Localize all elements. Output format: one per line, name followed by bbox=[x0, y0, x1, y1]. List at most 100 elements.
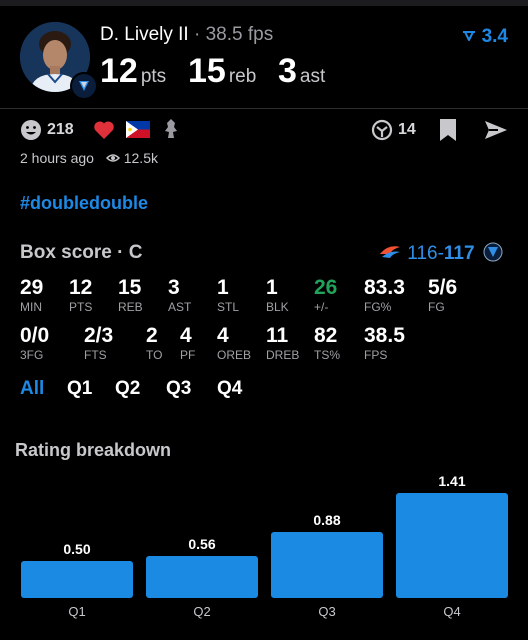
time-ago: 2 hours ago bbox=[20, 150, 94, 166]
bar-q4[interactable] bbox=[396, 493, 508, 598]
stat-value: 26 bbox=[314, 276, 338, 299]
stat-value: 1 bbox=[266, 276, 278, 299]
stat-fps-r2: 38.5 FPS bbox=[364, 324, 405, 362]
share-icon[interactable] bbox=[484, 119, 508, 146]
stat-value: 5/6 bbox=[428, 276, 458, 299]
stat-value: 4 bbox=[180, 324, 192, 347]
stat-label: TS% bbox=[314, 348, 341, 362]
points-value: 12 bbox=[100, 52, 138, 90]
stat-label: FG bbox=[428, 300, 445, 314]
assists-stat: 3 ast bbox=[278, 52, 325, 91]
bar-category-label: Q1 bbox=[68, 604, 86, 619]
post-meta: 2 hours ago 12.5k bbox=[20, 150, 158, 166]
stat-pf-r2: 4 PF bbox=[180, 324, 195, 362]
rebounds-stat: 15 reb bbox=[188, 52, 256, 91]
bar-value-label: 1.41 bbox=[438, 473, 466, 489]
stat-fts-r2: 2/3 FTS bbox=[84, 324, 113, 362]
top-divider bbox=[0, 0, 528, 6]
bar-q2[interactable] bbox=[146, 556, 258, 598]
tab-q1[interactable]: Q1 bbox=[67, 378, 92, 400]
stat-label: PF bbox=[180, 348, 196, 362]
stat-label: OREB bbox=[217, 348, 252, 362]
points-stat: 12 pts bbox=[100, 52, 166, 91]
stat-oreb-r2: 4 OREB bbox=[217, 324, 251, 362]
heart-icon[interactable] bbox=[93, 120, 115, 145]
stat-label: FTS bbox=[84, 348, 107, 362]
player-rating[interactable]: 3.4 bbox=[462, 26, 508, 48]
stat-label: 3FG bbox=[20, 348, 44, 362]
bar-category-label: Q2 bbox=[193, 604, 211, 619]
likes-count: 218 bbox=[47, 121, 74, 138]
stat-value: 2/3 bbox=[84, 324, 114, 347]
stat-reb-r1: 15 REB bbox=[118, 276, 143, 314]
stat-label: +/- bbox=[314, 300, 329, 314]
stat--r1: 26 +/- bbox=[314, 276, 337, 314]
stat-label: FG% bbox=[364, 300, 392, 314]
stat-pts-r1: 12 PTS bbox=[69, 276, 92, 314]
comments-count: 14 bbox=[398, 121, 416, 138]
stat-value: 11 bbox=[266, 324, 289, 347]
philippines-flag-icon[interactable] bbox=[126, 121, 150, 143]
stat-value: 15 bbox=[118, 276, 142, 299]
name-separator: · bbox=[193, 24, 201, 45]
bar-value-label: 0.56 bbox=[188, 536, 216, 552]
hashtag-link[interactable]: #doubledouble bbox=[20, 193, 148, 214]
game-score[interactable]: 116-117 bbox=[378, 242, 503, 265]
stat-stl-r1: 1 STL bbox=[217, 276, 239, 314]
bar-q1[interactable] bbox=[21, 561, 133, 598]
bar-value-label: 0.50 bbox=[63, 541, 91, 557]
stat-label: STL bbox=[217, 300, 240, 314]
eye-icon bbox=[105, 154, 120, 162]
stat-fg-r1: 83.3 FG% bbox=[364, 276, 405, 314]
stat-value: 3 bbox=[168, 276, 180, 299]
bar-category-label: Q3 bbox=[318, 604, 336, 619]
score-home: 116 bbox=[407, 243, 438, 264]
player-name-line: D. Lively II · 38.5 fps bbox=[100, 24, 273, 46]
stat-label: TO bbox=[146, 348, 163, 362]
stat-label: REB bbox=[118, 300, 143, 314]
tab-q4[interactable]: Q4 bbox=[217, 378, 242, 400]
tab-q2[interactable]: Q2 bbox=[115, 378, 140, 400]
box-score-title: Box score · C bbox=[20, 242, 143, 263]
stat-label: MIN bbox=[20, 300, 42, 314]
bar-q3[interactable] bbox=[271, 532, 383, 598]
team-emblem-icon[interactable] bbox=[162, 118, 180, 145]
stat-ast-r1: 3 AST bbox=[168, 276, 191, 314]
stat-label: FPS bbox=[364, 348, 388, 362]
bar-category-label: Q4 bbox=[443, 604, 461, 619]
stat-value: 2 bbox=[146, 324, 158, 347]
stat-value: 0/0 bbox=[20, 324, 50, 347]
bookmark-icon[interactable] bbox=[439, 118, 457, 147]
stat-label: AST bbox=[168, 300, 192, 314]
tab-all[interactable]: All bbox=[20, 378, 44, 400]
player-name[interactable]: D. Lively II bbox=[100, 24, 189, 45]
rating-breakdown-title: Rating breakdown bbox=[15, 440, 172, 460]
stat-value: 83.3 bbox=[364, 276, 405, 299]
stat-value: 29 bbox=[20, 276, 44, 299]
assists-unit: ast bbox=[299, 66, 326, 87]
rebounds-unit: reb bbox=[228, 66, 257, 87]
comment-icon[interactable] bbox=[371, 119, 393, 146]
stat-blk-r1: 1 BLK bbox=[266, 276, 289, 314]
dal-logo-icon bbox=[483, 242, 503, 262]
stat-label: PTS bbox=[69, 300, 93, 314]
stat-value: 1 bbox=[217, 276, 229, 299]
stat-ts-r2: 82 TS% bbox=[314, 324, 340, 362]
stat-to-r2: 2 TO bbox=[146, 324, 162, 362]
player-fps: 38.5 fps bbox=[205, 24, 274, 45]
rating-value: 3.4 bbox=[481, 26, 508, 47]
stat-value: 4 bbox=[217, 324, 229, 347]
reaction-smile-icon[interactable] bbox=[20, 119, 42, 146]
assists-value: 3 bbox=[278, 52, 297, 90]
stat-label: BLK bbox=[266, 300, 289, 314]
stat-min-r1: 29 MIN bbox=[20, 276, 43, 314]
stat-3fg-r2: 0/0 3FG bbox=[20, 324, 49, 362]
bar-value-label: 0.88 bbox=[313, 512, 341, 528]
tab-q3[interactable]: Q3 bbox=[166, 378, 191, 400]
stat-fg-r1: 5/6 FG bbox=[428, 276, 457, 314]
stat-value: 12 bbox=[69, 276, 93, 299]
okc-logo-icon bbox=[380, 246, 400, 258]
stat-value: 82 bbox=[314, 324, 338, 347]
points-unit: pts bbox=[140, 66, 167, 87]
trend-down-icon bbox=[463, 31, 476, 41]
